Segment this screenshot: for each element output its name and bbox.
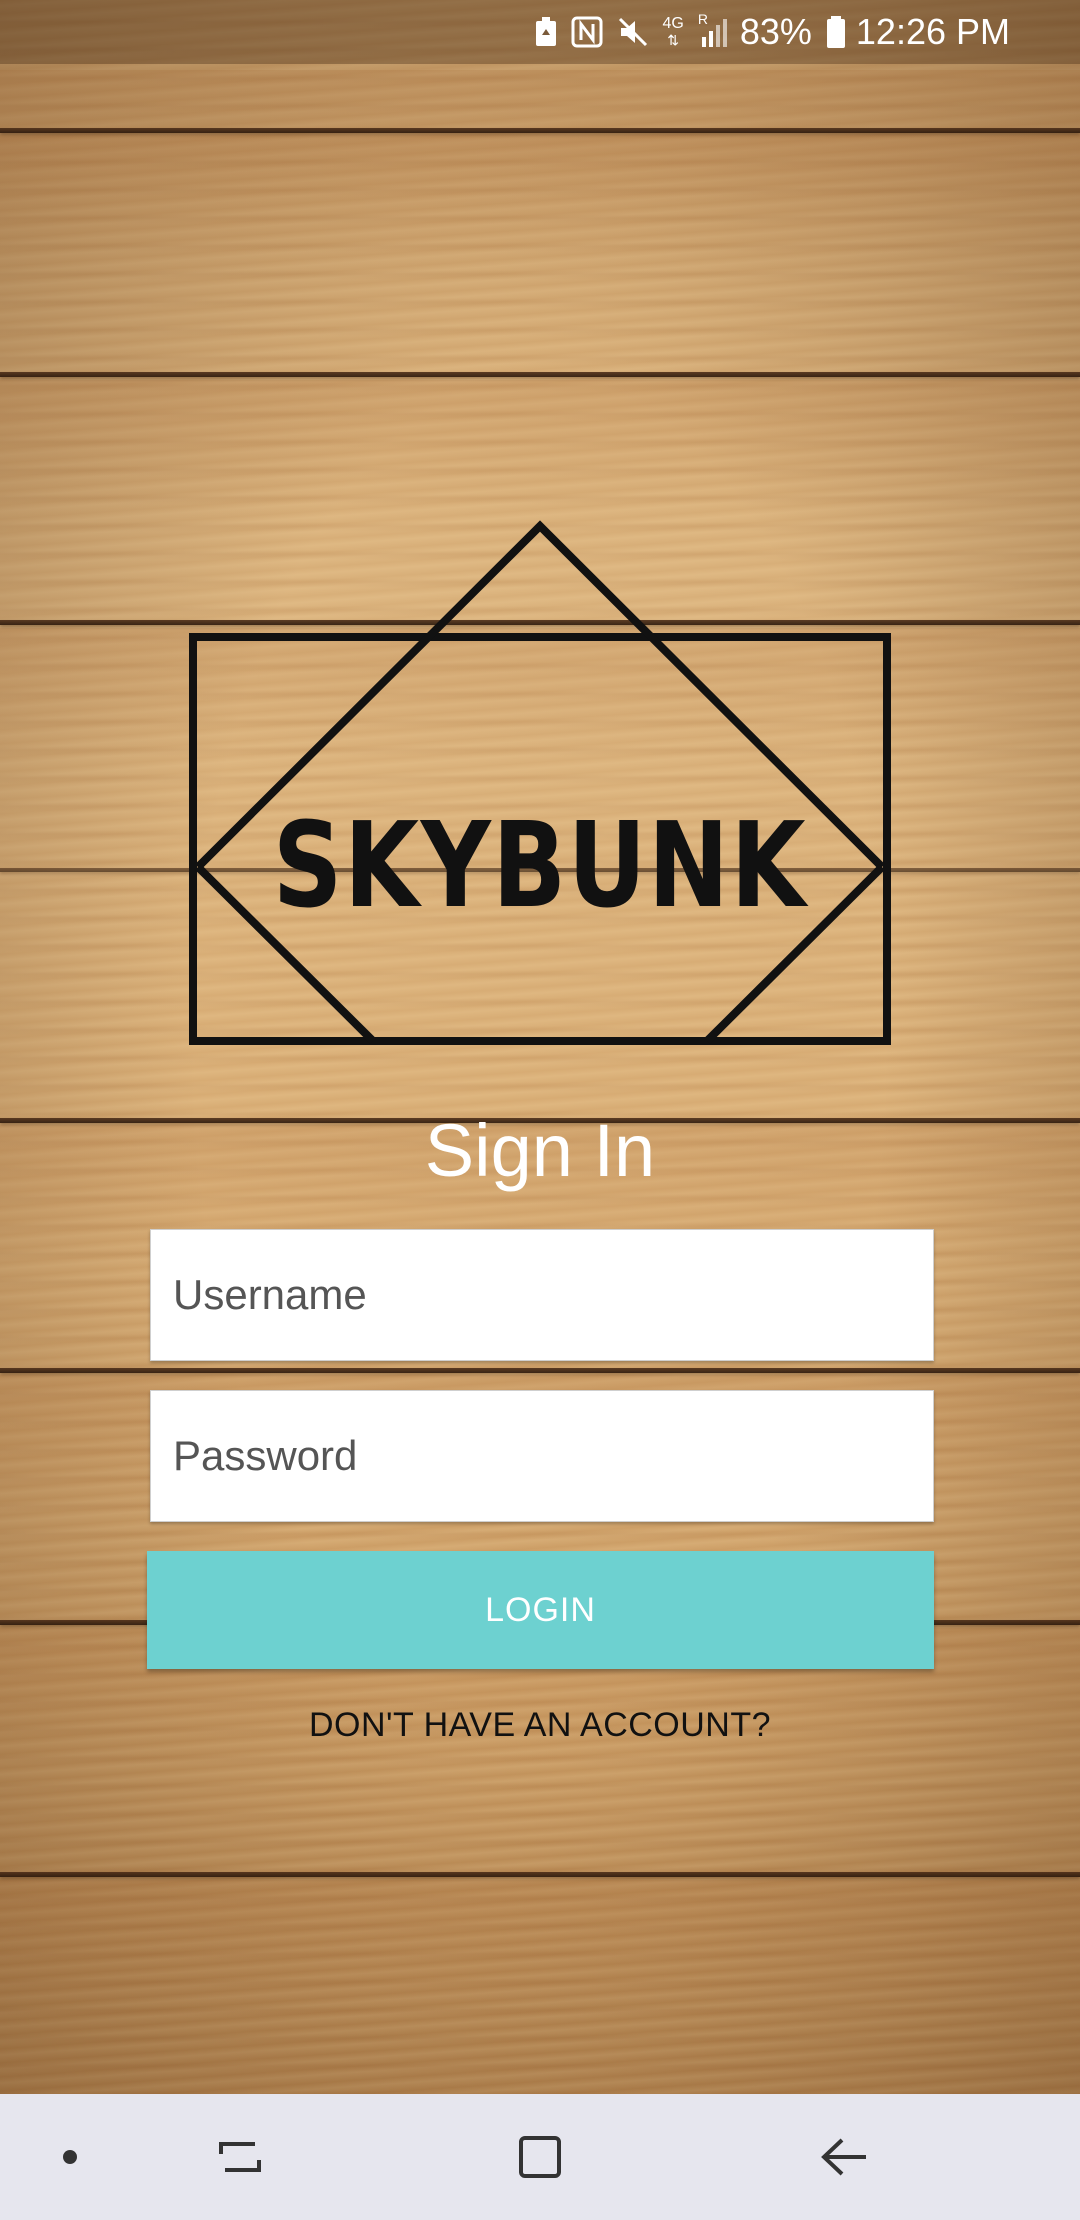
skybunk-logo: SKYBUNK — [188, 520, 892, 1050]
nfc-icon — [571, 16, 603, 48]
username-field-container — [150, 1229, 934, 1361]
create-account-link[interactable]: DON'T HAVE AN ACCOUNT? — [0, 1706, 1080, 1745]
network-label: 4G — [662, 15, 684, 32]
network-4g-icon: 4G ⇅ — [662, 15, 684, 49]
username-input[interactable] — [151, 1230, 933, 1360]
home-icon[interactable] — [500, 2094, 580, 2220]
page-title: Sign In — [424, 1109, 656, 1192]
password-input[interactable] — [151, 1391, 933, 1521]
login-screen: 4G ⇅ R 83% 12:26 PM SKYBUNK Sign In LOGI… — [0, 0, 1080, 2220]
status-bar: 4G ⇅ R 83% 12:26 PM — [0, 0, 1080, 64]
dot-icon[interactable] — [40, 2094, 100, 2220]
mute-icon — [617, 16, 649, 48]
signal-icon: R — [698, 11, 730, 47]
login-button[interactable]: LOGIN — [147, 1551, 934, 1669]
roaming-label: R — [697, 11, 708, 27]
recent-apps-icon[interactable] — [200, 2094, 280, 2220]
logo-wordmark: SKYBUNK — [272, 796, 808, 934]
password-field-container — [150, 1390, 934, 1522]
battery-saver-icon — [535, 17, 557, 47]
system-nav-bar — [0, 2094, 1080, 2220]
back-icon[interactable] — [800, 2094, 890, 2220]
clock: 12:26 PM — [855, 11, 1010, 52]
battery-percent: 83% — [739, 11, 812, 52]
battery-icon — [826, 16, 846, 48]
